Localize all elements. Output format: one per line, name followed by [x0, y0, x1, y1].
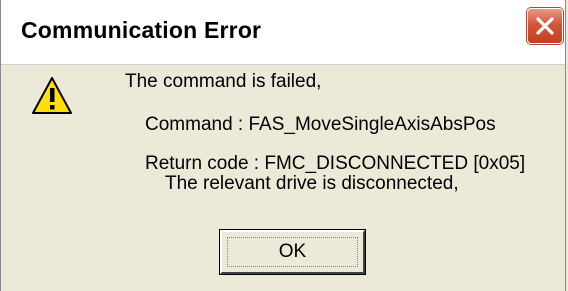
command-line: Command : FAS_MoveSingleAxisAbsPos [145, 114, 496, 135]
return-code-line: Return code : FMC_DISCONNECTED [0x05] [145, 153, 526, 174]
close-icon [536, 17, 554, 35]
title-bar[interactable]: Communication Error [1, 0, 565, 65]
error-dialog: Communication Error The command is faile… [0, 0, 566, 291]
detail-line: The relevant drive is disconnected, [165, 173, 459, 194]
error-message: The command is failed, [125, 71, 322, 92]
dialog-body: The command is failed, Command : FAS_Mov… [1, 65, 565, 291]
ok-button[interactable]: OK [219, 229, 366, 275]
warning-icon [32, 77, 72, 114]
dialog-title: Communication Error [21, 17, 262, 43]
ok-button-label: OK [278, 241, 307, 262]
close-button[interactable] [527, 8, 563, 44]
